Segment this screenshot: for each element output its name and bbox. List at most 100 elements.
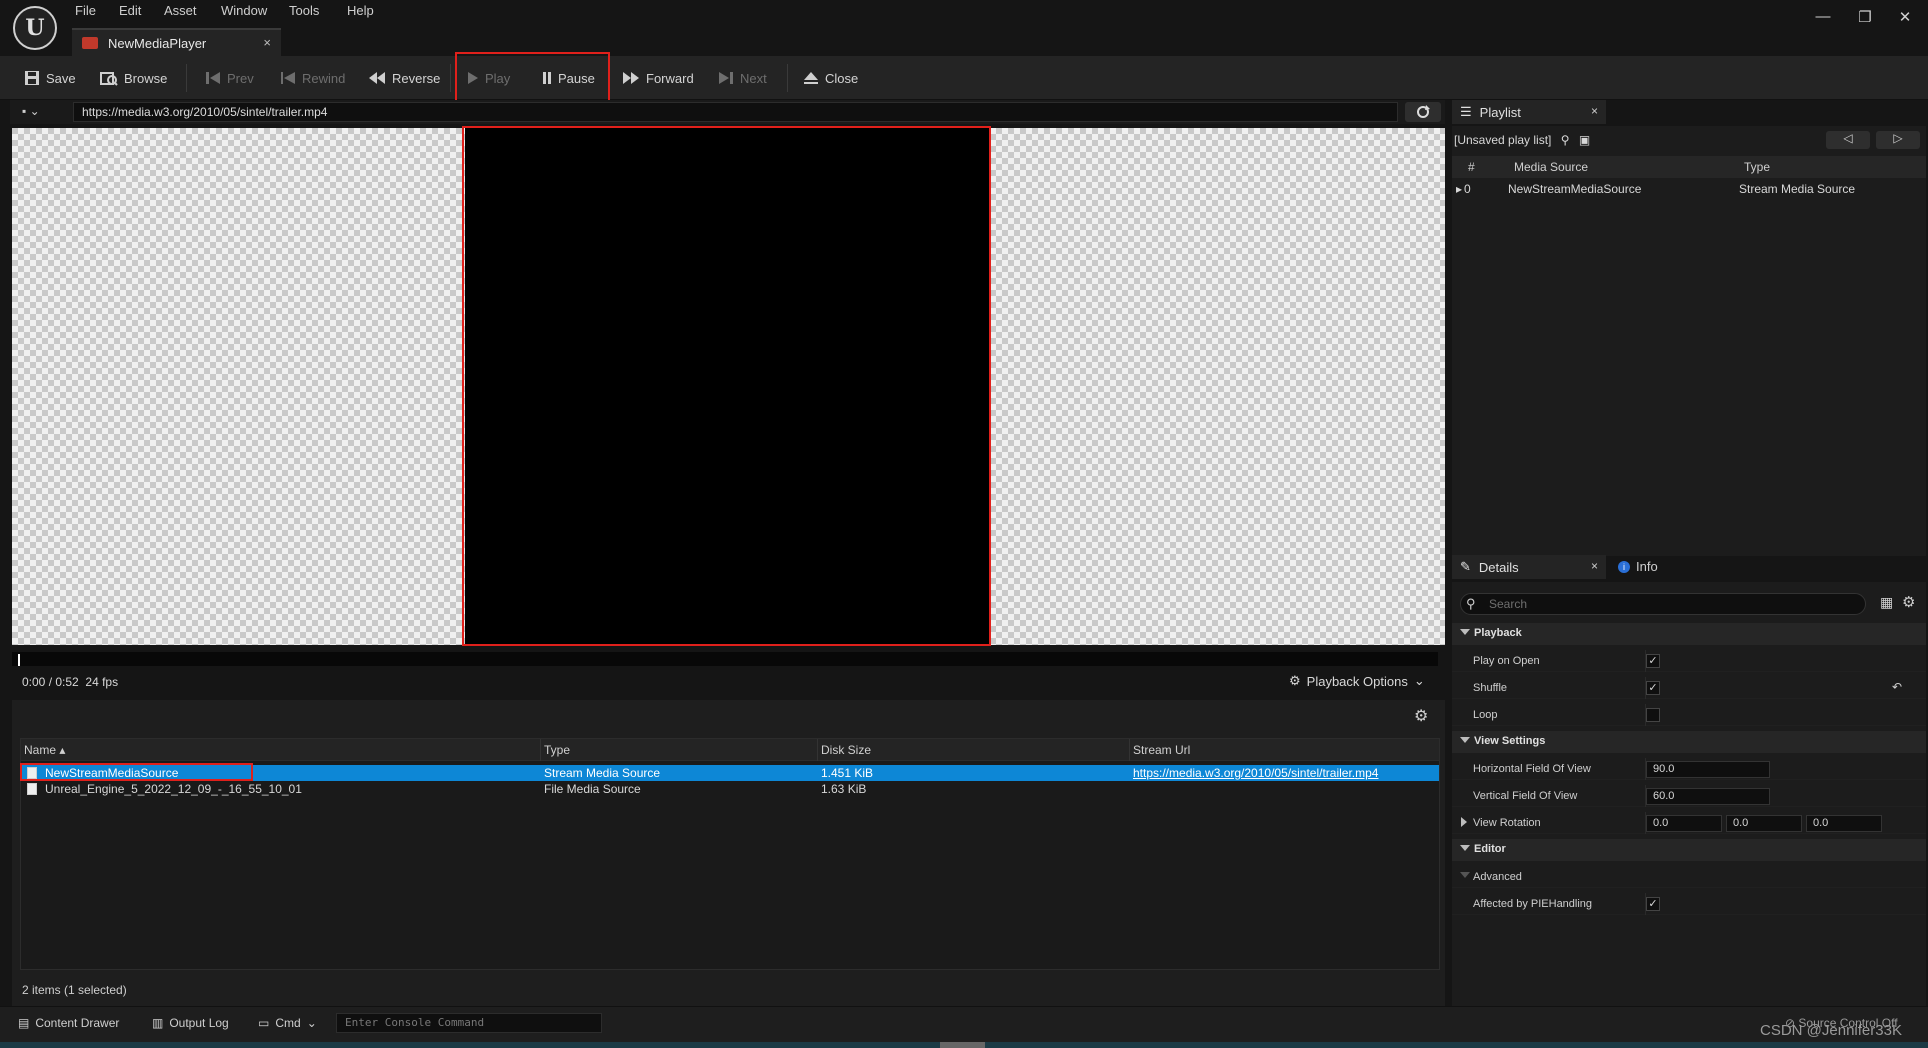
unreal-logo-icon[interactable]: U <box>13 6 57 50</box>
playlist-column-source[interactable]: Media Source <box>1514 160 1588 174</box>
playlist-next-button[interactable]: ▷ <box>1876 131 1920 149</box>
tab-close-icon[interactable]: × <box>1591 559 1598 573</box>
reload-button[interactable] <box>1405 102 1441 122</box>
table-row[interactable]: Unreal_Engine_5_2022_12_09_-_16_55_10_01… <box>21 781 1439 797</box>
output-log-button[interactable]: ▥ Output Log <box>152 1016 229 1030</box>
tab-info[interactable]: i Info <box>1618 559 1658 574</box>
column-name[interactable]: Name ▴ <box>24 743 65 757</box>
forward-label: Forward <box>646 70 694 86</box>
category-playback[interactable]: Playback <box>1452 623 1926 645</box>
pause-button[interactable]: Pause <box>542 66 595 90</box>
play-on-open-checkbox[interactable]: ✓ <box>1646 654 1660 668</box>
search-icon[interactable]: ⚲ <box>1561 133 1570 147</box>
menu-tools[interactable]: Tools <box>289 3 319 21</box>
scrub-handle[interactable] <box>18 654 20 666</box>
item-count: 2 items (1 selected) <box>22 983 127 997</box>
playlist-prev-button[interactable]: ◁ <box>1826 131 1870 149</box>
rotation-z-field[interactable]: 0.0 <box>1806 815 1882 832</box>
close-media-button[interactable]: Close <box>803 66 858 90</box>
column-disk-size[interactable]: Disk Size <box>821 743 871 757</box>
rotation-y-field[interactable]: 0.0 <box>1726 815 1802 832</box>
tab-new-media-player[interactable]: NewMediaPlayer × <box>72 28 281 56</box>
media-url-field[interactable]: https://media.w3.org/2010/05/sintel/trai… <box>73 102 1398 122</box>
prop-loop: Loop <box>1452 704 1926 726</box>
save-icon <box>25 71 39 85</box>
menu-file[interactable]: File <box>75 3 96 21</box>
reverse-icon <box>369 72 385 84</box>
restore-icon[interactable]: ❐ <box>1856 8 1874 26</box>
playlist-row-source[interactable]: NewStreamMediaSource <box>1508 182 1641 196</box>
fps-label: 24 fps <box>85 675 119 689</box>
save-playlist-icon[interactable]: ▣ <box>1579 133 1590 147</box>
prop-label: Advanced <box>1473 871 1522 883</box>
prop-label: Horizontal Field Of View <box>1473 763 1591 775</box>
file-icon <box>27 783 37 795</box>
horizontal-scrollbar-thumb[interactable] <box>940 1042 985 1048</box>
forward-button[interactable]: Forward <box>622 66 694 90</box>
settings-gear-icon[interactable]: ⚙ <box>1414 706 1428 726</box>
menu-edit[interactable]: Edit <box>119 3 141 21</box>
browse-label: Browse <box>124 70 168 86</box>
folder-dropdown-icon[interactable]: ▪ ⌄ <box>22 104 40 118</box>
playback-options-button[interactable]: ⚙ Playback Options ⌄ <box>1289 673 1425 689</box>
tab-details[interactable]: ✎ Details × <box>1452 555 1606 579</box>
watermark: CSDN @Jennifer33K <box>1760 1022 1902 1039</box>
tab-label: NewMediaPlayer <box>108 35 207 51</box>
tab-close-icon[interactable]: × <box>263 35 271 50</box>
row-url[interactable]: https://media.w3.org/2010/05/sintel/trai… <box>1133 766 1378 780</box>
close-window-icon[interactable]: ✕ <box>1896 8 1914 26</box>
shuffle-checkbox[interactable]: ✓ <box>1646 681 1660 695</box>
tab-playlist[interactable]: ☰ Playlist × <box>1452 100 1606 124</box>
save-label: Save <box>46 70 76 86</box>
menu-asset[interactable]: Asset <box>164 3 197 21</box>
category-editor[interactable]: Editor <box>1452 839 1926 861</box>
play-button[interactable]: Play <box>467 66 510 90</box>
tab-close-icon[interactable]: × <box>1591 104 1598 118</box>
rewind-label: Rewind <box>302 70 346 86</box>
console-command-input[interactable]: Enter Console Command <box>336 1013 602 1033</box>
expand-icon[interactable]: ▸ <box>1456 182 1462 196</box>
menu-window[interactable]: Window <box>221 3 267 21</box>
minimize-icon[interactable]: — <box>1814 8 1832 26</box>
playback-options-label: Playback Options <box>1306 673 1408 689</box>
table-view-icon[interactable]: ▦ <box>1880 594 1893 611</box>
subcategory-advanced[interactable]: Advanced <box>1452 866 1926 888</box>
save-button[interactable]: Save <box>24 66 76 90</box>
row-name: Unreal_Engine_5_2022_12_09_-_16_55_10_01 <box>45 782 302 796</box>
playlist-column-index[interactable]: # <box>1468 160 1475 174</box>
details-search-input[interactable]: Search <box>1460 593 1866 615</box>
prev-button[interactable]: Prev <box>205 66 254 90</box>
column-stream-url[interactable]: Stream Url <box>1133 743 1190 757</box>
rotation-x-field[interactable]: 0.0 <box>1646 815 1722 832</box>
row-size: 1.451 KiB <box>821 766 874 780</box>
column-type[interactable]: Type <box>544 743 570 757</box>
menu-help[interactable]: Help <box>347 3 374 21</box>
chevron-down-icon: ⌄ <box>306 1016 317 1030</box>
reset-to-default-icon[interactable]: ↶ <box>1892 680 1902 694</box>
content-drawer-button[interactable]: ▤ Content Drawer <box>18 1016 119 1030</box>
settings-gear-icon[interactable]: ⚙ <box>1902 593 1915 611</box>
video-frame <box>465 128 990 645</box>
cmd-label: Cmd <box>275 1016 301 1030</box>
expand-icon[interactable] <box>1461 817 1467 827</box>
toolbar-separator <box>787 64 788 92</box>
rewind-button[interactable]: Rewind <box>280 66 345 90</box>
scrub-bar[interactable] <box>12 652 1438 666</box>
playlist-column-type[interactable]: Type <box>1744 160 1770 174</box>
reverse-button[interactable]: Reverse <box>368 66 440 90</box>
close-media-label: Close <box>825 70 859 86</box>
affected-by-pie-checkbox[interactable]: ✓ <box>1646 897 1660 911</box>
loop-checkbox[interactable] <box>1646 708 1660 722</box>
horizontal-fov-field[interactable]: 90.0 <box>1646 761 1770 778</box>
table-row[interactable]: NewStreamMediaSource Stream Media Source… <box>21 765 1439 781</box>
next-button[interactable]: Next <box>718 66 767 90</box>
prop-label: View Rotation <box>1473 817 1541 829</box>
category-view-settings[interactable]: View Settings <box>1452 731 1926 753</box>
media-table-header: Name ▴ Type Disk Size Stream Url <box>21 739 1439 761</box>
vertical-fov-field[interactable]: 60.0 <box>1646 788 1770 805</box>
cmd-dropdown[interactable]: ▭ Cmd ⌄ <box>258 1016 317 1030</box>
prop-vertical-fov: Vertical Field Of View 60.0 <box>1452 785 1926 807</box>
terminal-icon: ▭ <box>258 1016 270 1030</box>
browse-button[interactable]: Browse <box>100 66 167 90</box>
next-label: Next <box>740 70 767 86</box>
